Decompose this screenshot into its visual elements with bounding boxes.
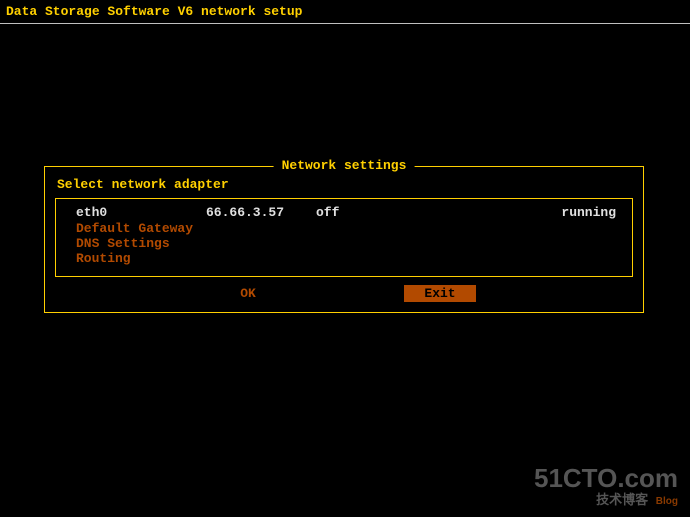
adapter-name: eth0 (60, 205, 206, 221)
adapter-status: running (516, 205, 628, 221)
watermark-line2: 技术博客 Blog (534, 493, 678, 507)
watermark-line1: 51CTO.com (534, 465, 678, 491)
console-screen: Data Storage Software V6 network setup N… (0, 0, 690, 517)
menu-item-routing[interactable]: Routing (60, 251, 628, 266)
title-divider (0, 23, 690, 24)
adapter-listbox: eth0 66.66.3.57 off running Default Gate… (55, 198, 633, 277)
watermark-tag: Blog (656, 496, 678, 507)
panel-title: Network settings (274, 158, 415, 173)
watermark-line2-text: 技术博客 (596, 492, 648, 507)
ok-button[interactable]: OK (212, 285, 284, 302)
adapter-ip: 66.66.3.57 (206, 205, 316, 221)
exit-button[interactable]: Exit (404, 285, 476, 302)
network-settings-panel: Network settings Select network adapter … (44, 166, 644, 313)
network-settings-panel-wrap: Network settings Select network adapter … (44, 166, 644, 313)
panel-instruction: Select network adapter (57, 177, 633, 192)
watermark: 51CTO.com 技术博客 Blog (534, 465, 678, 507)
adapter-dhcp: off (316, 205, 516, 221)
adapter-row-eth0[interactable]: eth0 66.66.3.57 off running (60, 205, 628, 221)
button-row: OK Exit (55, 285, 633, 302)
menu-item-dns-settings[interactable]: DNS Settings (60, 236, 628, 251)
page-title: Data Storage Software V6 network setup (0, 0, 690, 21)
menu-item-default-gateway[interactable]: Default Gateway (60, 221, 628, 236)
